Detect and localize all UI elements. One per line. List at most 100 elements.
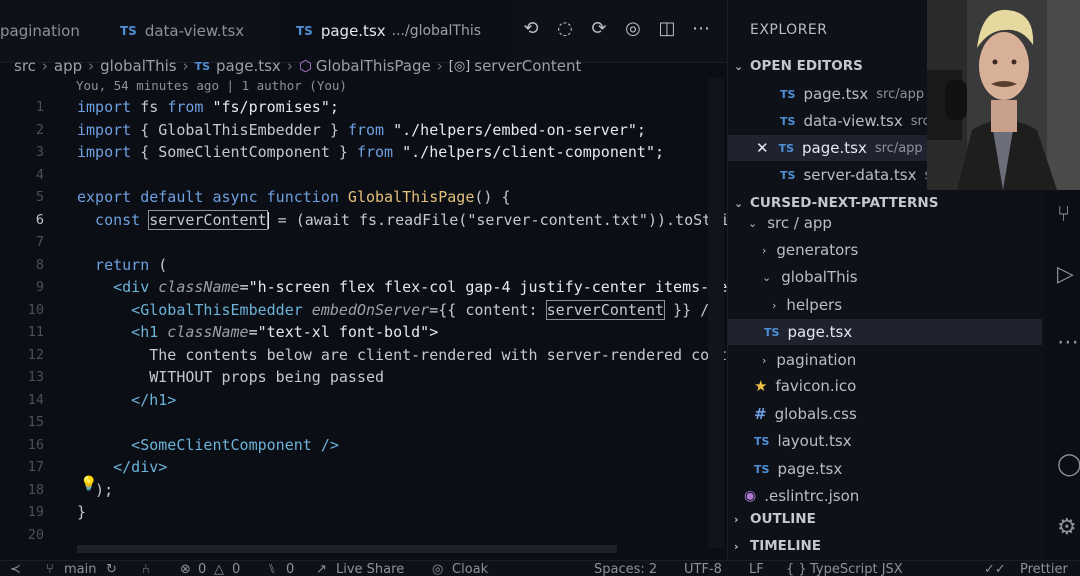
code-line[interactable]: ); [77,479,727,502]
code-line[interactable] [77,524,727,547]
outline-header[interactable]: › OUTLINE [734,511,816,527]
indentation[interactable]: Spaces: 2 [594,562,657,576]
remote-icon[interactable]: ≺ [10,562,21,576]
breadcrumb-src[interactable]: src [14,57,36,75]
code-line[interactable]: The contents below are client-rendered w… [77,344,727,367]
breadcrumb-app[interactable]: app [54,57,82,75]
file-name: globals.css [774,405,857,423]
open-editor-item[interactable]: TS data-view.tsx src [780,108,930,134]
go-forward-icon[interactable]: ⟳ [588,18,610,39]
typescript-icon: TS [120,24,137,38]
tree-folder-pagination[interactable]: › pagination [762,347,856,373]
circle-icon[interactable]: ◌ [554,18,576,39]
line-number: 15 [27,414,44,430]
code-token: GlobalThisPage [338,188,475,206]
timeline-header[interactable]: › TIMELINE [734,538,821,554]
tree-file-globals[interactable]: # globals.css [754,401,857,427]
code-line[interactable]: return ( [77,254,727,277]
tab-data-view[interactable]: TS data-view.tsx [120,0,270,62]
ports-count[interactable]: 0 [286,562,294,576]
file-name: page.tsx [803,85,869,103]
code-line[interactable] [77,231,727,254]
tree-folder-globalthis[interactable]: ⌄ globalThis [762,264,858,290]
tree-folder-helpers[interactable]: › helpers [772,292,842,318]
code-line[interactable]: <h1 className="text-xl font-bold"> [77,321,727,344]
line-number-gutter: 1 2 3 4 5 6 7 8 9 10 11 12 13 14 15 16 1… [0,96,44,546]
tree-folder-src-app[interactable]: ⌄ src / app [748,210,832,236]
code-token: export default async function [77,188,339,206]
typescript-icon: TS [764,325,780,339]
end-of-line[interactable]: LF [749,562,764,576]
code-line-current[interactable]: const serverContent = (await fs.readFile… [77,209,727,232]
error-count[interactable]: 0 [198,562,206,576]
code-lines[interactable]: import fs from "fs/promises"; import { G… [77,96,727,546]
chevron-right-icon: › [88,57,95,75]
prettier[interactable]: Prettier [1020,562,1068,576]
go-back-icon[interactable]: ⟲ [520,18,542,39]
open-editor-item[interactable]: TS page.tsx src/app [780,81,924,107]
git-blame-annotation[interactable]: You, 54 minutes ago | 1 author (You) [76,78,347,93]
code-line[interactable]: import fs from "fs/promises"; [77,96,727,119]
code-line[interactable]: </div> [77,456,727,479]
tree-file-layout[interactable]: TS layout.tsx [754,428,852,454]
settings-gear-icon[interactable]: ⚙ [1057,515,1077,540]
live-share-icon: ↗ [316,562,327,576]
more-icon[interactable]: ⋯ [1057,330,1079,355]
code-line[interactable]: import { SomeClientComponent } from "./h… [77,141,727,164]
git-branch[interactable]: main [64,562,96,576]
more-actions-icon[interactable]: ⋯ [690,18,712,39]
tree-folder-generators[interactable]: › generators [762,237,858,263]
code-line[interactable]: WITHOUT props being passed [77,366,727,389]
open-editor-item-active[interactable]: ✕ TS page.tsx src/app [728,135,928,161]
code-line[interactable]: </h1> [77,389,727,412]
breadcrumb-file[interactable]: page.tsx [216,57,281,75]
close-icon[interactable]: ✕ [756,139,769,157]
tree-file-favicon[interactable]: ★ favicon.ico [754,373,856,399]
git-graph-icon[interactable]: ⑃ [142,562,150,576]
tree-file-page-root[interactable]: TS page.tsx [754,456,842,482]
code-line[interactable]: export default async function GlobalThis… [77,186,727,209]
split-editor-icon[interactable]: ◫ [656,18,678,39]
source-control-icon[interactable]: ⑂ [1057,202,1070,227]
warning-count[interactable]: 0 [232,562,240,576]
chevron-right-icon: › [286,57,293,75]
code-line[interactable]: <GlobalThisEmbedder embedOnServer={{ con… [77,299,727,322]
code-token: } [77,503,87,521]
lightbulb-icon[interactable]: 💡 [80,476,97,492]
code-line[interactable]: } [77,501,727,524]
open-editor-item[interactable]: TS server-data.tsx s [780,162,931,188]
breadcrumb-variable[interactable]: serverContent [474,57,581,75]
code-token: from [167,98,204,116]
code-line[interactable]: <SomeClientComponent /> [77,434,727,457]
tree-file-page-active[interactable]: TS page.tsx [728,319,1042,345]
chevron-down-icon: ⌄ [762,270,772,284]
line-number: 12 [27,346,44,363]
live-share[interactable]: Live Share [336,562,404,576]
minimap[interactable] [708,78,724,548]
project-header[interactable]: ⌄ CURSED-NEXT-PATTERNS [734,195,938,211]
horizontal-scrollbar[interactable] [77,545,617,553]
tab-page-active[interactable]: TS page.tsx .../globalThis [280,0,512,62]
code-token: const [77,210,150,229]
line-number: 2 [35,121,44,138]
code-line[interactable]: import { GlobalThisEmbedder } from "./he… [77,119,727,142]
code-line[interactable] [77,164,727,187]
account-icon[interactable]: ◯ [1057,452,1080,477]
code-line[interactable] [77,411,727,434]
encoding[interactable]: UTF-8 [684,562,722,576]
code-editor[interactable]: You, 54 minutes ago | 1 author (You) 1 2… [0,78,727,548]
section-label: OPEN EDITORS [750,58,863,74]
open-editors-header[interactable]: ⌄ OPEN EDITORS [734,58,863,74]
tab-pagination[interactable]: pagination [0,0,110,62]
breadcrumb-symbol[interactable]: GlobalThisPage [316,57,431,75]
typescript-icon: TS [296,24,313,38]
tree-file-eslintrc[interactable]: ◉ .eslintrc.json [744,483,859,509]
language-mode[interactable]: TypeScript JSX [810,562,903,576]
breadcrumb-globalthis[interactable]: globalThis [100,57,176,75]
run-debug-icon[interactable]: ▷ [1057,262,1074,287]
cloak[interactable]: Cloak [452,562,488,576]
code-line[interactable]: <div className="h-screen flex flex-col g… [77,276,727,299]
sync-icon[interactable]: ↻ [106,562,117,576]
git-compare-icon[interactable]: ◎ [622,18,644,39]
chevron-right-icon: › [762,243,767,257]
